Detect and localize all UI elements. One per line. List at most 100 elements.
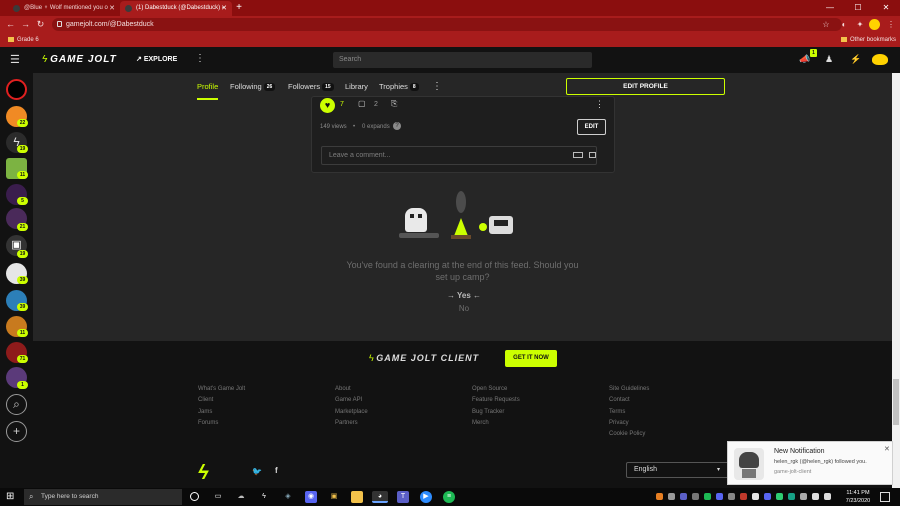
footer-link[interactable]: Terms bbox=[609, 407, 649, 418]
maximize-button[interactable]: ☐ bbox=[844, 0, 872, 16]
tray-app-icon[interactable] bbox=[764, 493, 771, 500]
friends-icon[interactable]: ♟ bbox=[825, 54, 833, 65]
footer-link[interactable]: Partners bbox=[335, 418, 368, 429]
forward-arrow-icon[interactable]: → bbox=[19, 18, 32, 31]
footer-link[interactable]: What's Game Jolt bbox=[198, 384, 245, 395]
footer-link[interactable]: Forums bbox=[198, 418, 245, 429]
tab-profile[interactable]: Profile bbox=[197, 73, 219, 100]
rocket-icon[interactable]: ⚡ bbox=[850, 54, 861, 65]
get-it-now-button[interactable]: GET IT NOW bbox=[505, 350, 557, 367]
page-scrollbar[interactable] bbox=[892, 73, 900, 488]
cloud-app-icon[interactable]: ☁ bbox=[235, 491, 247, 503]
comment-icon[interactable]: ▢ bbox=[358, 99, 366, 108]
tab-close-icon[interactable]: ✕ bbox=[221, 1, 227, 16]
new-tab-button[interactable]: + bbox=[234, 0, 244, 16]
browser-tab-profile[interactable]: (1) Dabestduck (@Dabestduck) - ✕ bbox=[120, 1, 232, 16]
cortana-icon[interactable] bbox=[190, 492, 199, 501]
tray-app-icon[interactable] bbox=[692, 493, 699, 500]
footer-link[interactable]: Client bbox=[198, 395, 245, 406]
footer-link[interactable]: Merch bbox=[472, 418, 520, 429]
tray-app-icon[interactable] bbox=[728, 493, 735, 500]
file-explorer-icon[interactable] bbox=[351, 491, 363, 503]
browser-tab-mention[interactable]: @Blue ♆ Wolf mentioned you o ✕ bbox=[8, 1, 120, 16]
url-input[interactable]: gamejolt.com/@Dabestduck bbox=[52, 18, 842, 31]
add-community-icon[interactable]: + bbox=[6, 421, 27, 442]
footer-link[interactable]: Site Guidelines bbox=[609, 384, 649, 395]
footer-link[interactable]: Marketplace bbox=[335, 407, 368, 418]
tray-app-icon[interactable] bbox=[716, 493, 723, 500]
menu-kebab-icon[interactable]: ⋮ bbox=[885, 18, 897, 31]
no-button[interactable]: No bbox=[444, 304, 484, 313]
like-heart-icon[interactable]: ♥ bbox=[320, 98, 335, 113]
close-window-button[interactable]: ✕ bbox=[872, 0, 900, 16]
extensions-puzzle-icon[interactable]: ✦ bbox=[854, 18, 866, 31]
community-avatar[interactable] bbox=[6, 79, 27, 100]
twitter-icon[interactable]: 🐦 bbox=[252, 467, 262, 476]
language-select[interactable]: English ▾ bbox=[626, 462, 730, 478]
teams-icon[interactable]: T bbox=[397, 491, 409, 503]
keyboard-icon[interactable] bbox=[573, 152, 583, 158]
tray-app-icon[interactable] bbox=[740, 493, 747, 500]
gamejolt-taskbar-icon[interactable]: ϟ bbox=[258, 491, 270, 503]
footer-link[interactable]: Jams bbox=[198, 407, 245, 418]
activity-feed-icon[interactable]: 📣 bbox=[799, 54, 810, 65]
bookmark-star-icon[interactable]: ☆ bbox=[820, 18, 832, 31]
tab-close-icon[interactable]: ✕ bbox=[109, 1, 115, 16]
bookmark-grade-6[interactable]: Grade 6 bbox=[8, 33, 39, 47]
tray-app-icon[interactable] bbox=[776, 493, 783, 500]
task-view-icon[interactable]: ▭ bbox=[212, 491, 224, 503]
edit-post-button[interactable]: EDIT bbox=[577, 119, 606, 135]
more-options-icon[interactable]: ⋮ bbox=[195, 53, 205, 64]
app-icon[interactable]: ◈ bbox=[282, 491, 294, 503]
discord-icon[interactable]: ◉ bbox=[305, 491, 317, 503]
search-communities-icon[interactable]: ⌕ bbox=[6, 394, 27, 415]
minimize-button[interactable]: — bbox=[816, 0, 844, 16]
tray-app-icon[interactable] bbox=[668, 493, 675, 500]
reload-icon[interactable]: ↻ bbox=[34, 18, 47, 31]
image-icon[interactable] bbox=[589, 152, 596, 158]
action-center-icon[interactable] bbox=[880, 492, 890, 502]
share-icon[interactable]: ⎘ bbox=[391, 99, 397, 109]
gamejolt-footer-logo[interactable]: ϟ bbox=[198, 462, 228, 484]
facebook-icon[interactable]: f bbox=[275, 466, 278, 475]
taskbar-clock[interactable]: 11:41 PM 7/23/2020 bbox=[842, 489, 874, 505]
taskbar-search-input[interactable]: ⌕ Type here to search bbox=[24, 489, 182, 505]
back-arrow-icon[interactable]: ← bbox=[4, 18, 17, 31]
comment-input[interactable]: Leave a comment... bbox=[321, 146, 597, 165]
bookmark-other[interactable]: Other bookmarks bbox=[841, 33, 896, 47]
hamburger-menu-icon[interactable]: ☰ bbox=[10, 53, 24, 67]
footer-link[interactable]: Privacy bbox=[609, 418, 649, 429]
footer-link[interactable]: Game API bbox=[335, 395, 368, 406]
spotify-icon[interactable]: ≡ bbox=[443, 491, 455, 503]
extension-circle-icon[interactable]: ◐ bbox=[838, 18, 850, 31]
tray-app-icon[interactable] bbox=[680, 493, 687, 500]
footer-link[interactable]: Open Source bbox=[472, 384, 520, 395]
help-icon[interactable]: ? bbox=[393, 122, 401, 130]
tray-app-icon[interactable] bbox=[704, 493, 711, 500]
zoom-icon[interactable]: ▶ bbox=[420, 491, 432, 503]
footer-link[interactable]: Contact bbox=[609, 395, 649, 406]
yes-button[interactable]: → Yes ← bbox=[444, 291, 484, 300]
volume-icon[interactable] bbox=[824, 493, 831, 500]
profile-avatar[interactable] bbox=[869, 19, 880, 30]
store-icon[interactable]: ▣ bbox=[328, 491, 340, 503]
tray-app-icon[interactable] bbox=[800, 493, 807, 500]
footer-link[interactable]: Feature Requests bbox=[472, 395, 520, 406]
footer-link[interactable]: Cookie Policy bbox=[609, 429, 649, 440]
footer-link[interactable]: About bbox=[335, 384, 368, 395]
windows-start-icon[interactable]: ⊞ bbox=[6, 491, 17, 502]
search-input[interactable]: Search bbox=[333, 52, 592, 68]
desktop-notification[interactable]: New Notification helen_rgk (@helen_rgk) … bbox=[727, 441, 893, 485]
post-options-icon[interactable]: ⋮ bbox=[595, 99, 604, 110]
gamejolt-logo[interactable]: ϟ GAME JOLT bbox=[42, 54, 117, 65]
edit-profile-button[interactable]: EDIT PROFILE bbox=[566, 78, 725, 95]
chrome-icon[interactable]: ◕ bbox=[372, 491, 388, 503]
footer-link[interactable]: Bug Tracker bbox=[472, 407, 520, 418]
notification-close-icon[interactable]: ✕ bbox=[884, 445, 890, 453]
tab-following[interactable]: Following 26 bbox=[230, 73, 276, 100]
tray-app-icon[interactable] bbox=[788, 493, 795, 500]
tray-app-icon[interactable] bbox=[752, 493, 759, 500]
wifi-icon[interactable] bbox=[812, 493, 819, 500]
user-avatar-duck[interactable] bbox=[872, 54, 888, 65]
scrollbar-thumb[interactable] bbox=[893, 379, 899, 425]
